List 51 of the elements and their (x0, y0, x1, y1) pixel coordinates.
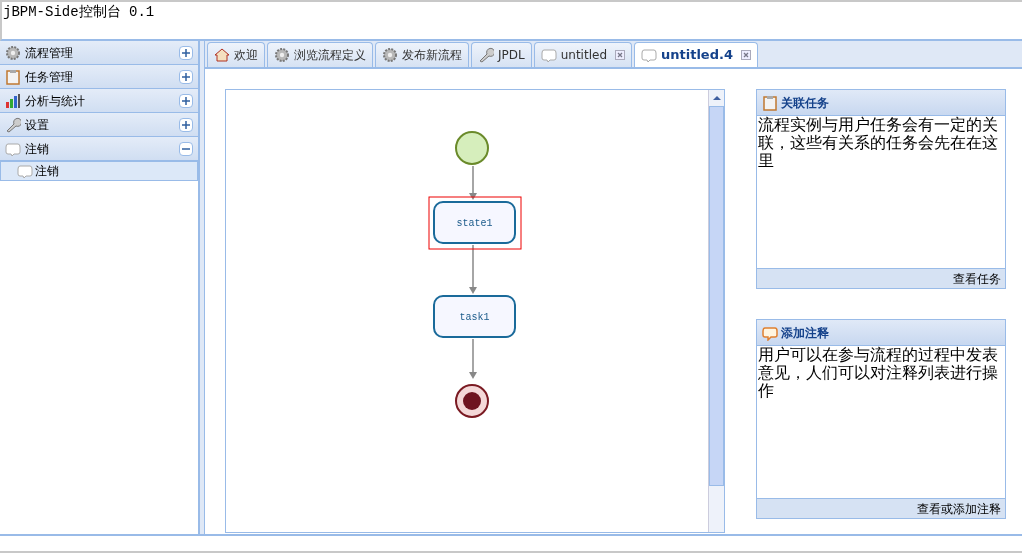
tab[interactable]: 发布新流程 (375, 42, 469, 67)
tab[interactable]: 欢迎 (207, 42, 265, 67)
accordion-header[interactable]: 注销 (0, 137, 198, 161)
tab[interactable]: 浏览流程定义 (267, 42, 373, 67)
section-label: 分析与统计 (25, 92, 86, 110)
house-icon (214, 47, 230, 63)
clipboard-icon (5, 68, 21, 85)
speech-bubble-icon (17, 163, 33, 179)
expand-icon[interactable] (179, 45, 193, 60)
scroll-up-icon[interactable] (712, 94, 721, 102)
panel-link[interactable]: 查看任务 (953, 269, 1001, 288)
expand-icon[interactable] (179, 69, 193, 84)
section-label: 注销 (25, 140, 50, 158)
node-label: state1 (456, 218, 493, 229)
section-label: 设置 (25, 116, 50, 134)
panel-text: 流程实例与用户任务会有一定的关联，这些有关系的任务会先在在这里 (757, 116, 999, 172)
section-label: 流程管理 (25, 44, 74, 62)
connector-arrow (469, 244, 477, 294)
scrollbar[interactable] (708, 90, 724, 532)
window-title: jBPM-Side控制台 0.1 (3, 4, 155, 20)
collapse-icon[interactable] (179, 141, 193, 156)
tab[interactable]: untitled.4 (634, 42, 758, 67)
panel-title: 关联任务 (781, 94, 829, 112)
close-icon[interactable] (740, 50, 751, 60)
node-label: task1 (459, 312, 490, 323)
speech-bubble-icon (762, 324, 778, 341)
accordion-header[interactable]: 设置 (0, 113, 198, 137)
gear-icon (382, 47, 398, 63)
speech-bubble-icon (540, 47, 557, 63)
wrench-icon (478, 47, 494, 63)
clipboard-icon (762, 94, 778, 111)
panel-title: 添加注释 (781, 324, 829, 342)
accordion-header[interactable]: 分析与统计 (0, 89, 198, 113)
tree-item[interactable]: 注销 (0, 161, 198, 181)
gear-icon (5, 44, 21, 61)
speech-bubble-icon (5, 140, 21, 157)
close-icon[interactable] (615, 50, 625, 60)
tab[interactable]: untitled (533, 42, 632, 67)
speech-bubble-icon (641, 47, 657, 63)
wrench-icon (5, 116, 21, 133)
panel-text: 用户可以在参与流程的过程中发表意见，人们可以对注释列表进行操作 (757, 346, 999, 402)
gear-icon (274, 47, 290, 63)
connector-arrow (469, 338, 477, 379)
bar-chart-icon (5, 92, 21, 109)
accordion-header[interactable]: 任务管理 (0, 65, 198, 89)
tab[interactable]: JPDL (471, 42, 532, 67)
accordion-header[interactable]: 流程管理 (0, 41, 198, 65)
section-label: 任务管理 (25, 68, 74, 86)
connector-arrow (469, 165, 477, 200)
expand-icon[interactable] (179, 117, 193, 132)
expand-icon[interactable] (179, 93, 193, 108)
